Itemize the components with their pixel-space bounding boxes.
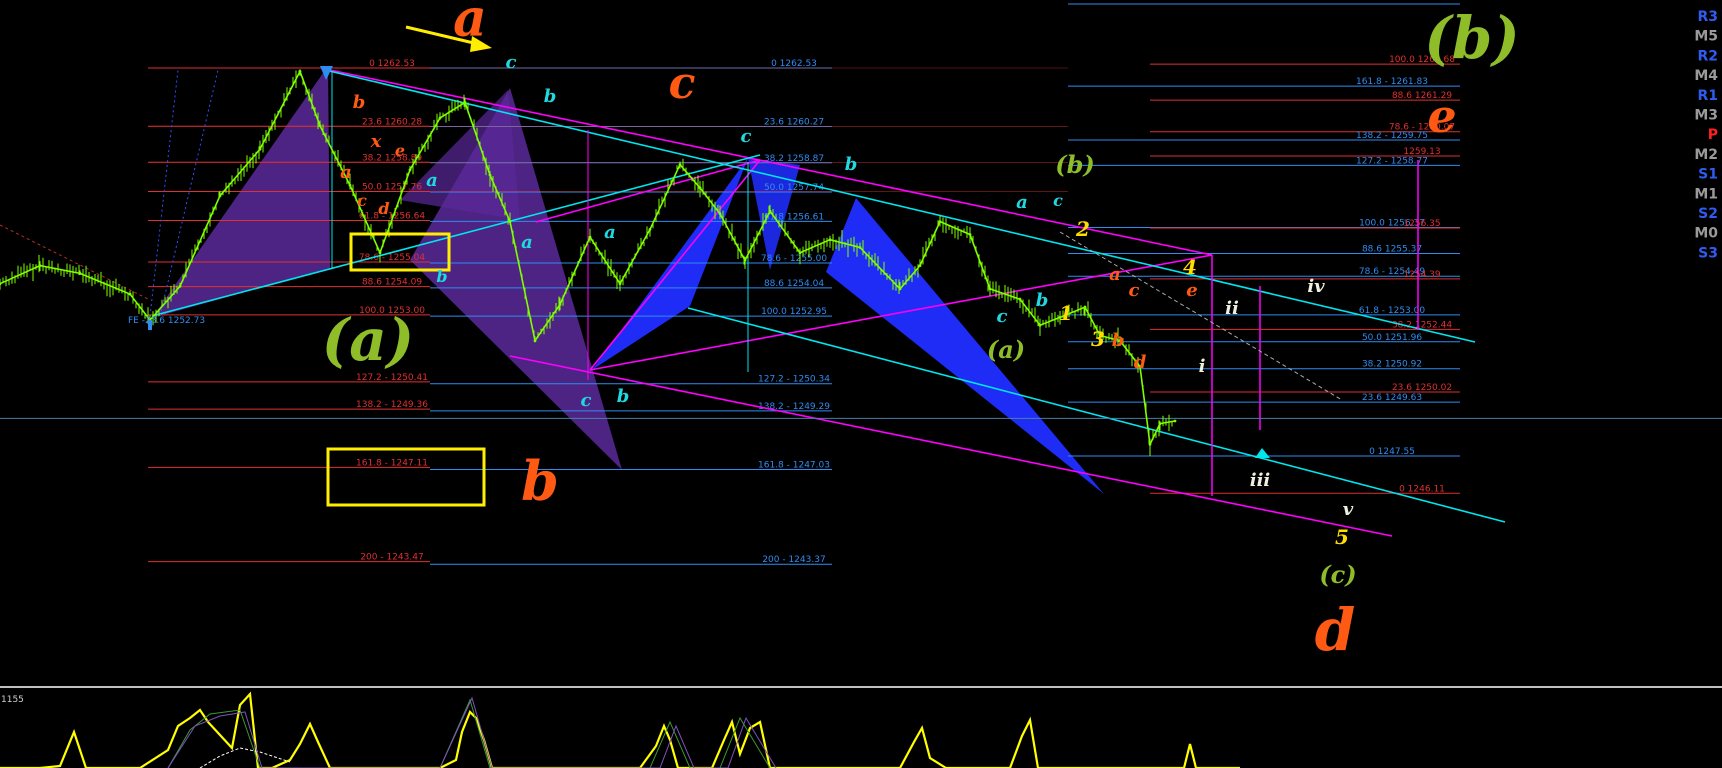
- fib-level-label: 38.2 1250.92: [1362, 360, 1422, 370]
- wave-label: 2: [1075, 217, 1090, 241]
- wave-label: a: [453, 0, 487, 49]
- fib-level-label: 88.6 1254.04: [764, 279, 824, 289]
- wave-label: (b): [1424, 4, 1519, 72]
- fib-level-label: 0 1247.55: [1369, 447, 1415, 457]
- pivot-label: M2: [1694, 147, 1718, 163]
- wave-label: b: [521, 449, 559, 513]
- wave-label: ii: [1225, 298, 1239, 319]
- wave-label: c: [581, 390, 592, 411]
- wave-label: c: [1053, 191, 1063, 210]
- fib-level-label: 138.2 - 1249.36: [356, 400, 428, 410]
- wave-label: e: [395, 141, 405, 160]
- wave-label: 4: [1183, 255, 1197, 279]
- wave-label: x: [370, 131, 382, 152]
- fib-level-label: 50.0 1251.96: [1362, 333, 1422, 343]
- wave-label: a: [426, 170, 438, 191]
- fib-level-label: 127.2 - 1258.77: [1356, 156, 1428, 166]
- price-point: [1173, 419, 1177, 423]
- wave-label: c: [669, 58, 696, 109]
- fib-level-label: 78.6 - 1255.00: [761, 254, 827, 264]
- wave-label: a: [340, 162, 352, 183]
- fib-level-label: 127.2 - 1250.41: [356, 373, 428, 383]
- wave-label: e: [1186, 280, 1197, 301]
- wave-label: i: [1199, 356, 1206, 377]
- wave-label: d: [378, 199, 389, 218]
- price-chart[interactable]: 0 1262.5323.6 1260.2838.2 1258.8950.0 12…: [0, 0, 1722, 768]
- pivot-label: S1: [1698, 167, 1718, 183]
- wave-label: (c): [1319, 560, 1356, 589]
- wave-label: 3: [1091, 327, 1105, 351]
- pivot-label: M3: [1694, 108, 1718, 124]
- fib-level-label: 50.0 1257.76: [362, 183, 422, 193]
- fib-level-label: 61.8 - 1253.00: [1359, 306, 1425, 316]
- pivot-label: P: [1708, 127, 1718, 143]
- pivot-label: S3: [1698, 245, 1718, 261]
- wave-label: b: [845, 154, 858, 175]
- wave-label: c: [357, 191, 367, 210]
- wave-label: a: [521, 232, 533, 253]
- wave-label: (b): [1055, 150, 1095, 179]
- fib-level-label: 88.6 1255.37: [1362, 244, 1422, 254]
- wave-label: c: [506, 52, 517, 73]
- pivot-label: M5: [1694, 29, 1718, 45]
- wave-label: b: [1036, 290, 1049, 311]
- fib-level-label: 50.0 1257.74: [764, 183, 824, 193]
- fib-level-label: 0 1262.53: [771, 59, 817, 69]
- wave-label: v: [1343, 499, 1354, 520]
- fib-level-label: 23.6 1260.28: [362, 117, 422, 127]
- fib-level-label: 161.8 - 1247.03: [758, 460, 830, 470]
- wave-label: c: [1129, 280, 1140, 301]
- pivot-label: R1: [1697, 88, 1718, 104]
- wave-label: d: [1315, 596, 1356, 664]
- fib-level-label: 127.2 - 1250.34: [758, 375, 830, 385]
- fib-level-label: 161.8 - 1261.83: [1356, 77, 1428, 87]
- wave-label: a: [1109, 264, 1121, 285]
- wave-label: a: [604, 222, 616, 243]
- wave-label: iv: [1307, 276, 1325, 297]
- pivot-label: R2: [1697, 48, 1718, 64]
- fib-level-label: 1259.13: [1403, 147, 1440, 157]
- fib-level-label: 23.6 1260.27: [764, 118, 824, 128]
- pivot-label: R3: [1697, 9, 1718, 25]
- wave-label: b: [1112, 330, 1125, 351]
- fe-label: FE -23.6 1252.73: [128, 316, 205, 326]
- wave-label: d: [1134, 352, 1147, 373]
- indicator-value-label: 1155: [1, 695, 24, 705]
- wave-label: iii: [1250, 470, 1271, 491]
- wave-label: c: [997, 306, 1008, 327]
- fib-level-label: 200 - 1243.47: [360, 553, 423, 563]
- fib-level-label: 23.6 1250.02: [1392, 383, 1452, 393]
- wave-label: b: [436, 267, 447, 286]
- wave-label: b: [353, 92, 366, 113]
- wave-label: 1: [1059, 301, 1073, 325]
- wave-label: 5: [1335, 525, 1349, 549]
- fib-level-label: 200 - 1243.37: [762, 555, 825, 565]
- fib-level-label: 1256.35: [1403, 219, 1440, 229]
- fib-level-label: 138.2 - 1249.29: [758, 402, 830, 412]
- wave-label: e: [1427, 89, 1456, 143]
- fib-level-label: 88.6 1254.09: [362, 278, 422, 288]
- pivot-label: M1: [1694, 186, 1718, 202]
- fib-level-label: 1254.39: [1403, 270, 1440, 280]
- wave-label: (a): [987, 335, 1025, 364]
- wave-label: (a): [322, 306, 414, 374]
- wave-label: b: [617, 386, 630, 407]
- fib-level-label: 0 1246.11: [1399, 484, 1445, 494]
- wave-label: b: [544, 86, 557, 107]
- fib-level-label: 100.0 1252.95: [761, 307, 827, 317]
- pivot-label: M4: [1694, 68, 1718, 84]
- fib-level-label: 23.6 1249.63: [1362, 393, 1422, 403]
- wave-label: a: [1016, 192, 1028, 213]
- chart-background: [0, 0, 1722, 768]
- fib-level-label: 161.8 - 1247.11: [356, 458, 428, 468]
- wave-label: c: [741, 126, 752, 147]
- fib-level-label: 0 1262.53: [369, 59, 415, 69]
- pivot-label: M0: [1694, 226, 1718, 242]
- pivot-label: S2: [1698, 206, 1718, 222]
